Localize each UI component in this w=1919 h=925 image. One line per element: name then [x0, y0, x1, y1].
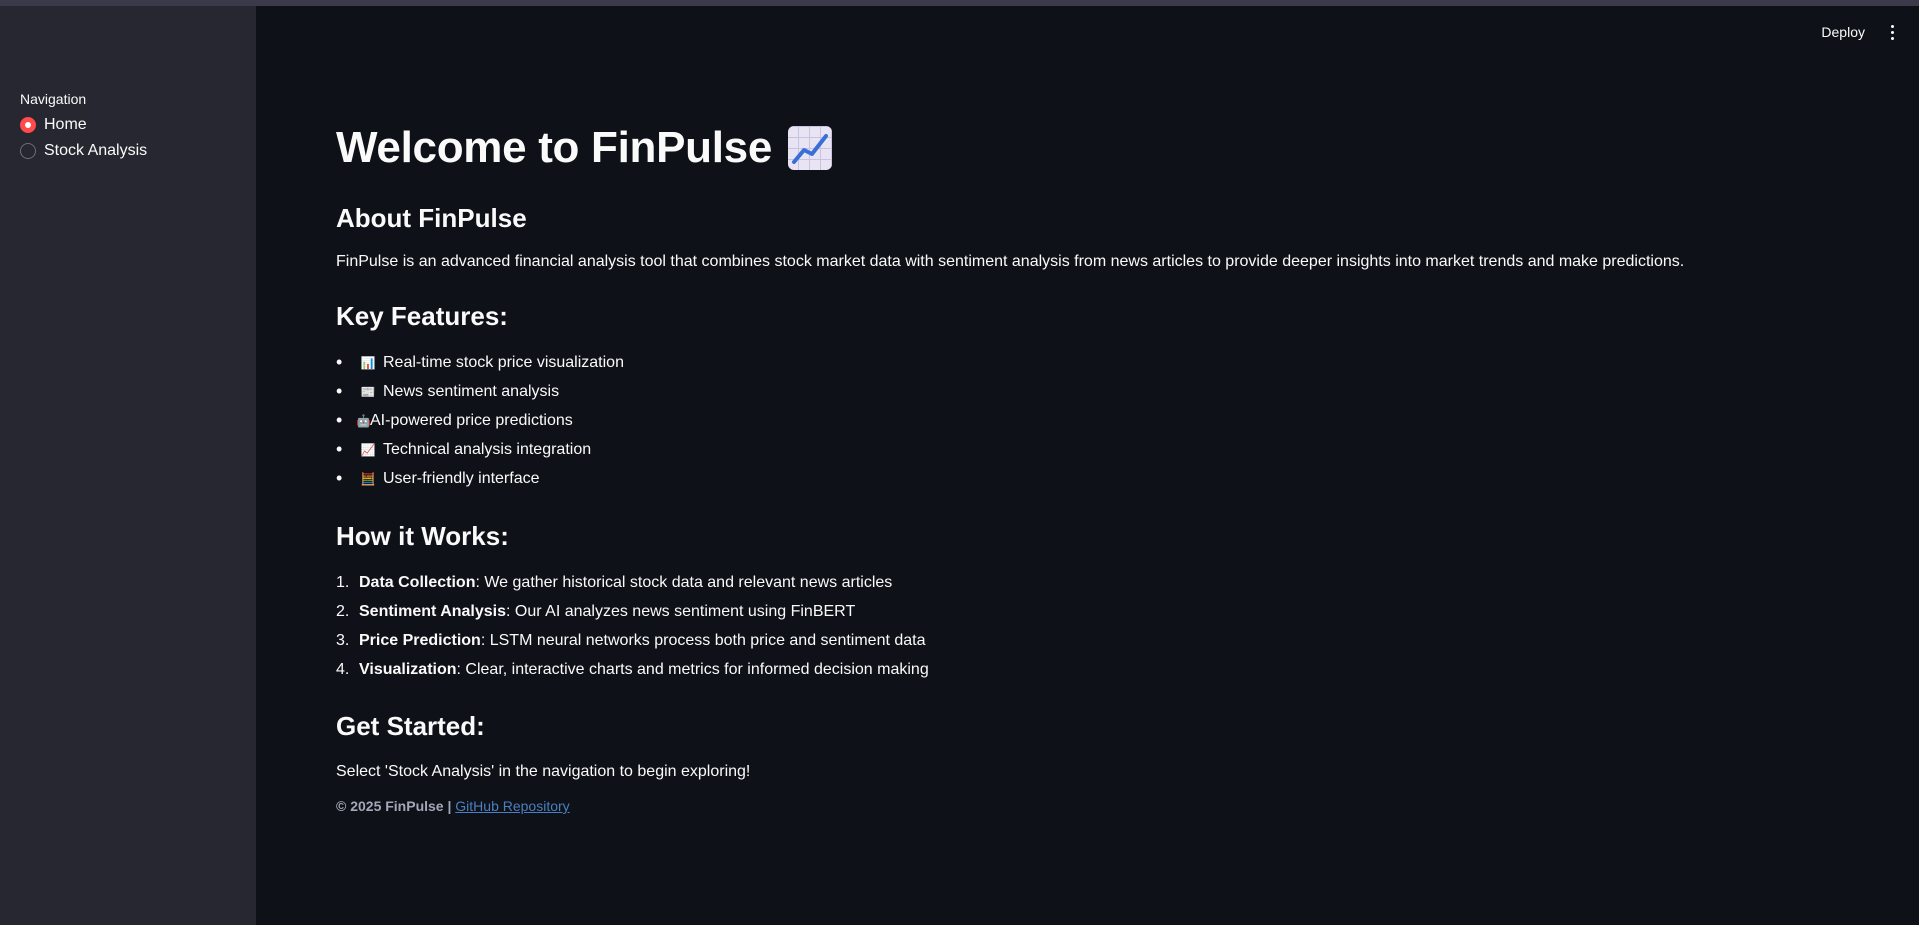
step-number: 1. — [336, 573, 350, 591]
step-number: 4. — [336, 660, 350, 678]
feature-label: News sentiment analysis — [383, 382, 560, 400]
list-item: 📊 Real-time stock price visualization — [336, 348, 1836, 377]
step-text: : We gather historical stock data and re… — [475, 573, 893, 591]
step-title: Sentiment Analysis — [359, 602, 507, 620]
list-item: 🧮 User-friendly interface — [336, 464, 1836, 493]
get-started-text: Select 'Stock Analysis' in the navigatio… — [336, 763, 751, 780]
about-text: FinPulse is an advanced financial analys… — [336, 253, 1685, 270]
features-heading: Key Features: — [336, 301, 508, 331]
radio-selected-icon[interactable] — [20, 117, 36, 133]
feature-label: User-friendly interface — [383, 469, 540, 487]
page-title-text: Welcome to FinPulse — [336, 123, 773, 172]
header-toolbar: Deploy — [1821, 24, 1899, 40]
steps-list: 1. Data Collection: We gather historical… — [336, 568, 1836, 684]
page-title: Welcome to FinPulse — [336, 118, 1836, 178]
kebab-menu-icon[interactable] — [1885, 24, 1899, 40]
bullet — [336, 437, 360, 463]
github-repository-link[interactable]: GitHub Repository — [455, 798, 569, 814]
nav-option-stock-analysis[interactable]: Stock Analysis — [20, 142, 147, 160]
main-content: Welcome to FinPulse About FinPulse FinPu… — [336, 118, 1836, 814]
how-it-works-heading: How it Works: — [336, 521, 509, 551]
list-item: 3. Price Prediction: LSTM neural network… — [336, 626, 1836, 655]
step-text: : Clear, interactive charts and metrics … — [456, 660, 929, 678]
list-item: 📰 News sentiment analysis — [336, 377, 1836, 406]
bar-chart-icon: 📊 — [360, 355, 376, 370]
about-heading: About FinPulse — [336, 203, 527, 233]
nav-option-label: Home — [44, 116, 87, 133]
bullet — [336, 466, 360, 492]
deploy-button[interactable]: Deploy — [1821, 24, 1865, 40]
nav-option-label: Stock Analysis — [44, 142, 148, 159]
chart-increasing-icon: 📈 — [360, 442, 376, 457]
navigation-label: Navigation — [20, 91, 87, 107]
step-text: : Our AI analyzes news sentiment using F… — [506, 602, 856, 620]
step-number: 2. — [336, 602, 350, 620]
feature-label: Real-time stock price visualization — [383, 353, 624, 371]
step-title: Visualization — [359, 660, 457, 678]
list-item: 1. Data Collection: We gather historical… — [336, 568, 1836, 597]
nav-option-home[interactable]: Home — [20, 116, 87, 134]
radio-unselected-icon[interactable] — [20, 143, 36, 159]
robot-icon: 🤖 — [356, 413, 371, 428]
list-item: 4. Visualization: Clear, interactive cha… — [336, 655, 1836, 684]
get-started-heading: Get Started: — [336, 711, 485, 741]
top-decoration-bar — [0, 0, 1919, 6]
step-title: Data Collection — [359, 573, 476, 591]
footer-copyright: © 2025 FinPulse | — [336, 798, 456, 814]
sidebar: Navigation Home Stock Analysis — [0, 6, 256, 925]
step-text: : LSTM neural networks process both pric… — [480, 631, 926, 649]
feature-label: Technical analysis integration — [383, 440, 592, 458]
bullet — [336, 350, 360, 376]
list-item: 2. Sentiment Analysis: Our AI analyzes n… — [336, 597, 1836, 626]
abacus-icon: 🧮 — [360, 471, 376, 486]
list-item: 🤖 AI-powered price predictions — [336, 406, 1836, 435]
footer: © 2025 FinPulse | GitHub Repository — [336, 798, 1836, 814]
list-item: 📈 Technical analysis integration — [336, 435, 1836, 464]
feature-label: AI-powered price predictions — [370, 411, 573, 429]
bullet — [336, 379, 360, 405]
step-title: Price Prediction — [359, 631, 481, 649]
newspaper-icon: 📰 — [360, 384, 376, 399]
step-number: 3. — [336, 631, 350, 649]
features-list: 📊 Real-time stock price visualization 📰 … — [336, 348, 1836, 493]
chart-increasing-icon — [788, 126, 833, 170]
